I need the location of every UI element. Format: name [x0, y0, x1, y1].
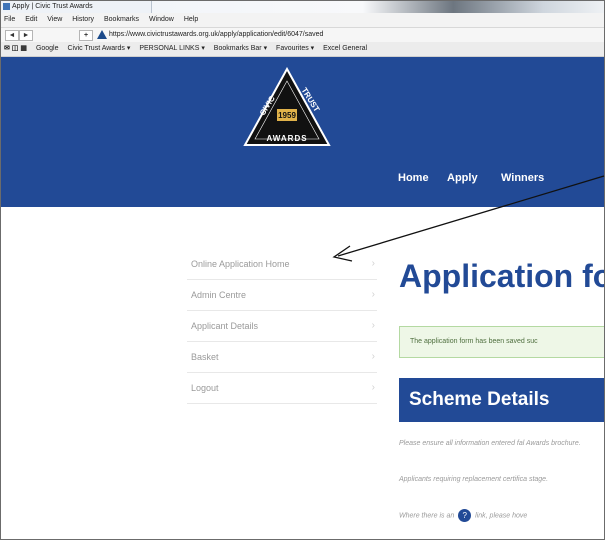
menu-bookmarks[interactable]: Bookmarks	[104, 13, 139, 27]
back-button[interactable]: ◄	[5, 30, 19, 41]
bookmark-personal-links[interactable]: PERSONAL LINKS ▾	[139, 42, 205, 56]
menu-window[interactable]: Window	[149, 13, 174, 27]
sidebar-item-label: Applicant Details	[191, 321, 259, 331]
civic-trust-awards-logo[interactable]: CIVIC TRUST 1959 AWARDS	[241, 67, 333, 149]
page-title: Application fo	[399, 258, 605, 294]
site-header: CIVIC TRUST 1959 AWARDS Home Apply Winne…	[1, 57, 604, 207]
instructions-paragraph-3: Where there is an ? link, please hove	[399, 509, 604, 522]
forward-button[interactable]: ►	[19, 30, 33, 41]
bookmark-favourites[interactable]: Favourites ▾	[276, 42, 314, 56]
sidebar-item-label: Admin Centre	[191, 290, 247, 300]
security-warning-icon	[97, 30, 107, 39]
bookmarks-bar: ✉ ◫ ▦ Google Civic Trust Awards ▾ PERSON…	[1, 42, 604, 57]
section-heading-scheme-details: Scheme Details	[399, 378, 604, 422]
sidebar-item-online-application-home[interactable]: Online Application Home ›	[187, 249, 377, 280]
favicon-icon	[3, 3, 10, 10]
instructions-text: link, please hove	[475, 512, 528, 520]
browser-tab[interactable]: Apply | Civic Trust Awards	[1, 1, 152, 13]
nav-winners[interactable]: Winners	[501, 172, 544, 184]
bookmark-bookmarks-bar[interactable]: Bookmarks Bar ▾	[214, 42, 267, 56]
bookmark-item[interactable]: ✉ ◫ ▦	[4, 42, 27, 56]
browser-window: Apply | Civic Trust Awards File Edit Vie…	[0, 0, 605, 540]
logo-awards: AWARDS	[266, 134, 307, 143]
bookmark-google[interactable]: Google	[36, 42, 59, 56]
chevron-right-icon: ›	[371, 351, 375, 362]
new-tab-button[interactable]: +	[79, 30, 93, 41]
menu-file[interactable]: File	[4, 13, 15, 27]
success-notice: The application form has been saved suc	[399, 326, 604, 358]
chevron-right-icon: ›	[371, 289, 375, 300]
title-bar: Apply | Civic Trust Awards	[1, 1, 604, 13]
instructions-paragraph-2: Applicants requiring replacement certifi…	[399, 476, 549, 483]
sidebar-item-logout[interactable]: Logout ›	[187, 373, 377, 404]
nav-apply[interactable]: Apply	[447, 172, 478, 184]
logo-year: 1959	[278, 111, 296, 120]
chevron-right-icon: ›	[371, 382, 375, 393]
instructions-paragraph-1: Please ensure all information entered fa…	[399, 440, 581, 447]
tab-title: Apply | Civic Trust Awards	[12, 3, 93, 10]
help-question-icon[interactable]: ?	[458, 509, 472, 522]
sidebar-item-label: Online Application Home	[191, 259, 290, 269]
sidebar-item-label: Basket	[191, 352, 219, 362]
sidebar-item-label: Logout	[191, 383, 219, 393]
instructions-text: Where there is an	[399, 512, 455, 520]
sidebar-menu: Online Application Home › Admin Centre ›…	[187, 249, 377, 404]
menu-bar: File Edit View History Bookmarks Window …	[1, 13, 604, 27]
menu-edit[interactable]: Edit	[25, 13, 37, 27]
menu-history[interactable]: History	[72, 13, 94, 27]
menu-help[interactable]: Help	[184, 13, 198, 27]
sidebar-item-basket[interactable]: Basket ›	[187, 342, 377, 373]
bookmark-civic-trust[interactable]: Civic Trust Awards ▾	[67, 42, 130, 56]
chevron-right-icon: ›	[371, 258, 375, 269]
address-bar[interactable]: https://www.civictrustawards.org.uk/appl…	[109, 28, 323, 42]
bookmark-excel-general[interactable]: Excel General	[323, 42, 367, 56]
sidebar-item-applicant-details[interactable]: Applicant Details ›	[187, 311, 377, 342]
sidebar-item-admin-centre[interactable]: Admin Centre ›	[187, 280, 377, 311]
navigation-bar: ◄ ► + https://www.civictrustawards.org.u…	[1, 27, 604, 43]
chevron-right-icon: ›	[371, 320, 375, 331]
menu-view[interactable]: View	[47, 13, 62, 27]
nav-home[interactable]: Home	[398, 172, 429, 184]
